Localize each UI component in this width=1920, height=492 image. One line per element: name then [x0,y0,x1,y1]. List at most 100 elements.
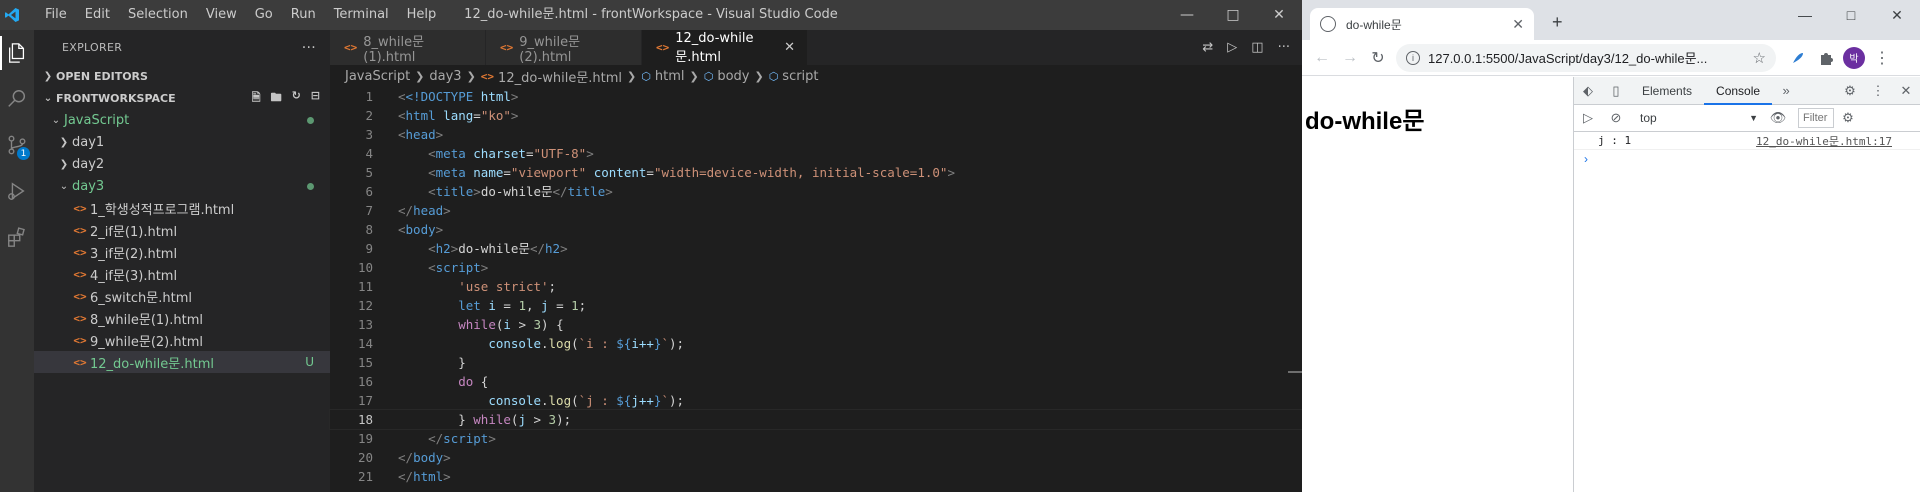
settings-gear-icon[interactable]: ⚙ [1836,77,1864,105]
breadcrumb-item[interactable]: JavaScript [345,69,410,84]
console-source-link[interactable]: 12_do-while문.html:17 [1756,133,1892,149]
html-file-icon: <> [73,201,87,215]
menu-edit[interactable]: Edit [76,0,119,30]
puzzle-icon[interactable] [1812,44,1840,72]
tree-file-active[interactable]: <> 12_do-while문.html U [34,351,330,373]
refresh-icon[interactable]: ↻ [292,89,301,108]
tree-file[interactable]: <> 1_학생성적프로그램.html [34,197,330,219]
new-folder-icon[interactable]: 🖿 [271,89,282,108]
tab-8-while[interactable]: <> 8_while문(1).html [330,30,486,65]
split-editor-icon[interactable]: ◫ [1251,40,1263,55]
menu-terminal[interactable]: Terminal [325,0,398,30]
menu-selection[interactable]: Selection [119,0,197,30]
filter-input[interactable] [1798,108,1834,128]
html-file-icon: <> [73,311,87,325]
breadcrumb-item[interactable]: body [717,69,749,84]
extensions-icon[interactable] [0,214,34,260]
tree-file[interactable]: <> 6_switch문.html [34,285,330,307]
code-token: console [488,393,541,408]
tree-file[interactable]: <> 3_if문(2).html [34,241,330,263]
code-editor[interactable]: 1 <<!DOCTYPE html> 2 <html lang="ko"> 3 <he… [329,87,1302,486]
more-tabs-icon[interactable]: » [1772,77,1800,105]
devtools-tabbar: ⬖ ▯ Elements Console » ⚙ ⋮ ✕ [1574,77,1920,105]
tab-elements[interactable]: Elements [1630,77,1704,105]
file-label: 4_if문(3).html [90,268,178,284]
line-number: 20 [357,450,373,465]
code-line: 6 <title>do-while문</title> [330,182,1302,201]
extension-icon[interactable] [1784,44,1812,72]
run-icon[interactable]: ▷ [1227,40,1237,55]
address-bar[interactable]: i 127.0.0.1:5500/JavaScript/day3/12_do-w… [1396,43,1776,72]
activity-bar: 1 [0,30,34,492]
code-token: "ko" [480,108,511,123]
close-tab-icon[interactable]: ✕ [784,40,795,55]
tab-console[interactable]: Console [1704,77,1773,105]
source-control-icon[interactable]: 1 [0,122,34,168]
breadcrumb-item[interactable]: html [655,69,685,84]
tree-folder-day1[interactable]: ❯ day1 [34,131,330,153]
tree-folder-javascript[interactable]: ⌄ JavaScript [34,109,330,131]
code-token: while [473,412,511,427]
forward-icon[interactable]: → [1336,44,1364,72]
collapse-all-icon[interactable]: ⊟ [311,89,320,108]
breadcrumb-item[interactable]: script [782,69,818,84]
maximize-button[interactable]: □ [1828,0,1874,30]
chrome-menu-icon[interactable]: ⋮ [1868,44,1896,72]
code-token: title [435,184,474,199]
chrome-window: do-while문 ✕ + — □ ✕ ← → ↻ i 127.0.0.1:55… [1302,0,1920,492]
browser-tab[interactable]: do-while문 ✕ [1310,8,1534,40]
bookmark-star-icon[interactable]: ☆ [1753,49,1766,67]
close-button[interactable]: ✕ [1874,0,1920,30]
eye-icon[interactable]: 👁 [1764,104,1792,132]
inspect-element-icon[interactable]: ⬖ [1574,77,1602,105]
tab-9-while[interactable]: <> 9_while문(2).html [486,30,642,65]
new-tab-button[interactable]: + [1552,12,1563,33]
clear-console-icon[interactable]: ⊘ [1602,104,1630,132]
minimize-button[interactable]: — [1164,0,1210,30]
run-debug-icon[interactable] [0,168,34,214]
more-actions-icon[interactable]: ··· [1278,40,1290,55]
tree-file[interactable]: <> 8_while문(1).html [34,307,330,329]
code-token: "viewport" [510,165,587,180]
console-settings-icon[interactable]: ⚙ [1834,104,1862,132]
code-line: 5 <meta name="viewport" content="width=d… [330,163,1302,182]
open-editors-section[interactable]: ❯ OPEN EDITORS [34,65,330,87]
menu-view[interactable]: View [197,0,246,30]
console-prompt[interactable]: › [1574,150,1920,168]
menu-help[interactable]: Help [398,0,446,30]
maximize-button[interactable]: □ [1210,0,1256,30]
tree-file[interactable]: <> 9_while문(2).html [34,329,330,351]
code-token: do [458,374,474,389]
explorer-icon[interactable] [0,30,34,76]
profile-avatar[interactable]: 박 [1840,44,1868,72]
context-select[interactable]: top ▼ [1634,111,1764,125]
device-toolbar-icon[interactable]: ▯ [1602,77,1630,105]
open-changes-icon[interactable]: ⇄ [1202,40,1213,55]
back-icon[interactable]: ← [1308,44,1336,72]
info-icon[interactable]: i [1406,50,1420,65]
menu-go[interactable]: Go [246,0,282,30]
show-sidebar-icon[interactable]: ▷ [1574,104,1602,132]
reload-icon[interactable]: ↻ [1364,44,1392,72]
workspace-section[interactable]: ⌄ FRONTWORKSPACE 🗎 🖿 ↻ ⊟ [34,87,330,109]
tab-12-do-while[interactable]: <> 12_do-while문.html ✕ [642,30,808,65]
search-icon[interactable] [0,76,34,122]
menu-file[interactable]: File [36,0,76,30]
tree-file[interactable]: <> 4_if문(3).html [34,263,330,285]
tree-file[interactable]: <> 2_if문(1).html [34,219,330,241]
breadcrumb-item[interactable]: 12_do-while문.html [498,67,622,86]
menu-run[interactable]: Run [282,0,325,30]
close-devtools-icon[interactable]: ✕ [1892,77,1920,105]
minimize-button[interactable]: — [1782,0,1828,30]
new-file-icon[interactable]: 🗎 [252,89,261,108]
close-button[interactable]: ✕ [1256,0,1302,30]
more-actions-icon[interactable]: ··· [302,40,316,56]
tree-folder-day2[interactable]: ❯ day2 [34,153,330,175]
tree-folder-day3[interactable]: ⌄ day3 [34,175,330,197]
file-label: 3_if문(2).html [90,246,178,262]
breadcrumb-item[interactable]: day3 [429,69,461,84]
avatar: 박 [1843,46,1865,69]
scrollbar-slider[interactable] [1288,371,1302,373]
kebab-menu-icon[interactable]: ⋮ [1864,77,1892,105]
close-tab-icon[interactable]: ✕ [1512,16,1524,33]
